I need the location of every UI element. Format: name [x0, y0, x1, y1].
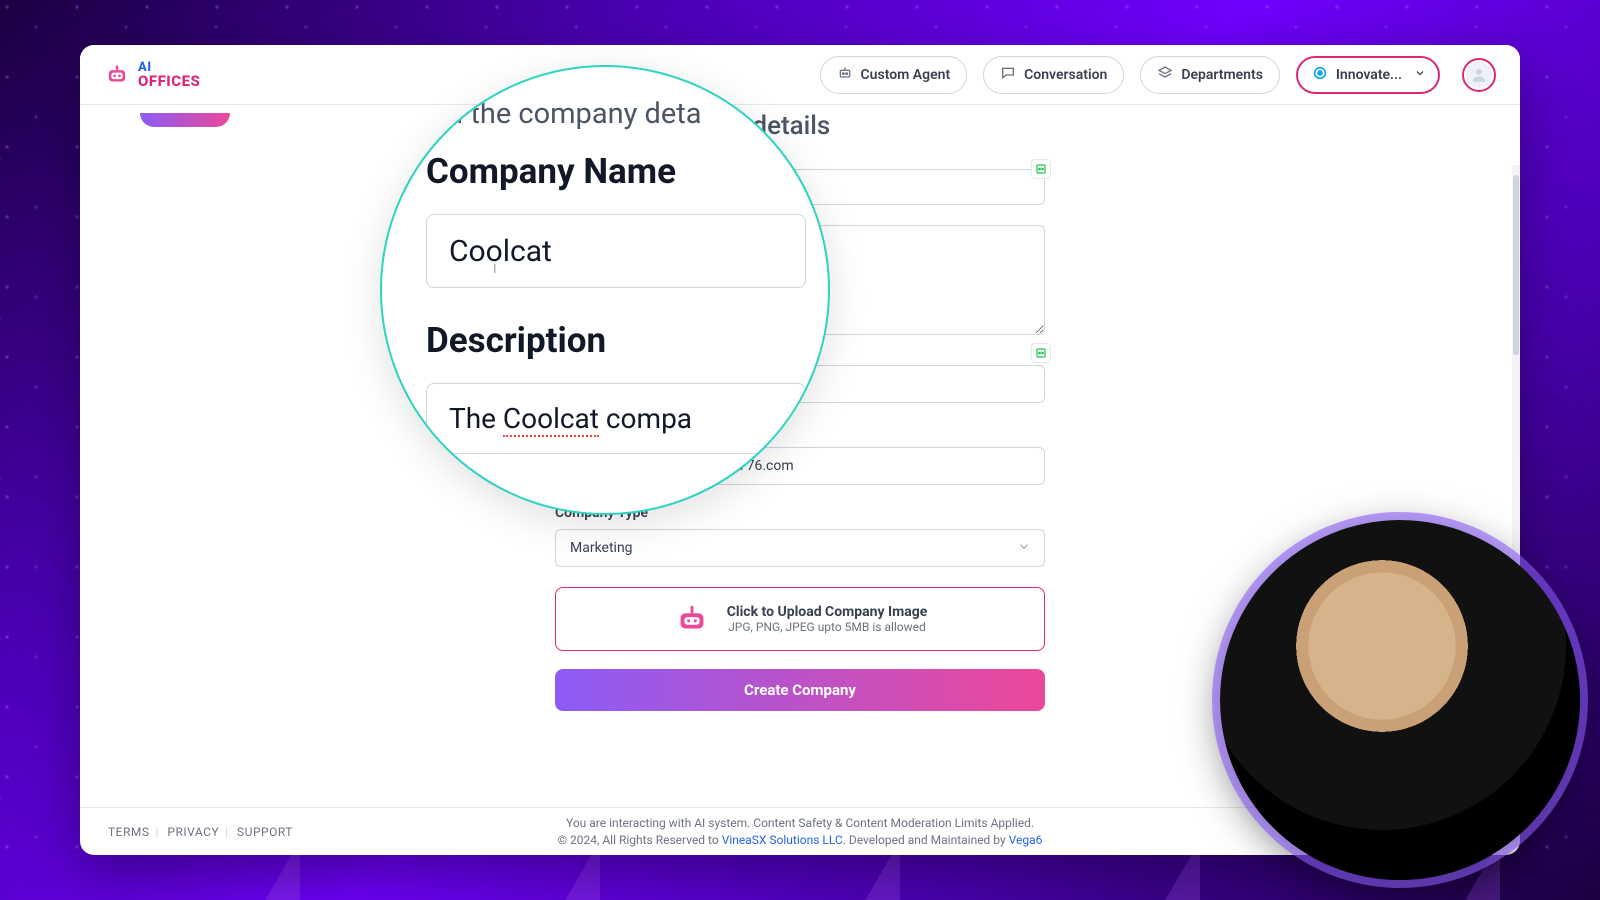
footer-company-link[interactable]: VineaSX Solutions LLC — [722, 833, 843, 847]
footer-terms-link[interactable]: TERMS — [108, 825, 149, 839]
wizard-step-indicator — [140, 113, 230, 127]
chat-icon — [1000, 65, 1016, 85]
footer-copyright: © 2024, All Rights Reserved to VineaSX S… — [558, 832, 1043, 849]
conversation-button[interactable]: Conversation — [983, 56, 1124, 94]
layers-icon — [1157, 65, 1173, 85]
brand-logo-icon — [104, 62, 130, 88]
custom-agent-button[interactable]: Custom Agent — [820, 56, 968, 94]
create-company-form: Fill the company details Company Website — [555, 105, 1045, 711]
extension-badge-icon[interactable] — [1031, 343, 1051, 363]
company-website-label: Company Website — [555, 423, 1045, 439]
footer-dev-link[interactable]: Vega6 — [1009, 833, 1043, 847]
footer-support-link[interactable]: SUPPORT — [237, 825, 293, 839]
company-email-input[interactable] — [555, 365, 1045, 403]
target-icon — [1312, 65, 1328, 85]
footer-links: TERMS| PRIVACY| SUPPORT — [108, 825, 293, 839]
company-description-input[interactable] — [555, 225, 1045, 335]
company-website-input[interactable] — [555, 447, 1045, 485]
company-type-select[interactable]: Marketing — [555, 529, 1045, 567]
presenter-webcam — [1220, 520, 1580, 880]
robot-icon — [837, 65, 853, 85]
user-avatar-menu[interactable] — [1462, 58, 1496, 92]
company-image-upload[interactable]: Click to Upload Company Image JPG, PNG, … — [555, 587, 1045, 651]
company-type-label: Company Type — [555, 505, 1045, 521]
company-name-input[interactable] — [555, 169, 1045, 205]
upload-hint: JPG, PNG, JPEG upto 5MB is allowed — [727, 620, 928, 634]
brand-logo[interactable]: AI OFFICES — [104, 61, 200, 89]
brand-line2: OFFICES — [138, 74, 200, 89]
footer-privacy-link[interactable]: PRIVACY — [167, 825, 219, 839]
footer-disclaimer: You are interacting with AI system. Cont… — [558, 815, 1043, 832]
chevron-down-icon — [1414, 67, 1426, 83]
form-title: Fill the company details — [555, 111, 1045, 141]
departments-button[interactable]: Departments — [1140, 56, 1280, 94]
scrollbar-thumb[interactable] — [1513, 175, 1519, 355]
person-icon — [1466, 62, 1492, 88]
org-dropdown[interactable]: Innovate... — [1296, 56, 1440, 94]
upload-robot-icon — [673, 600, 711, 638]
upload-title: Click to Upload Company Image — [727, 604, 928, 620]
topbar: AI OFFICES Custom Agent Conversation — [80, 45, 1520, 105]
create-company-button[interactable]: Create Company — [555, 669, 1045, 711]
extension-badge-icon[interactable] — [1031, 159, 1051, 179]
